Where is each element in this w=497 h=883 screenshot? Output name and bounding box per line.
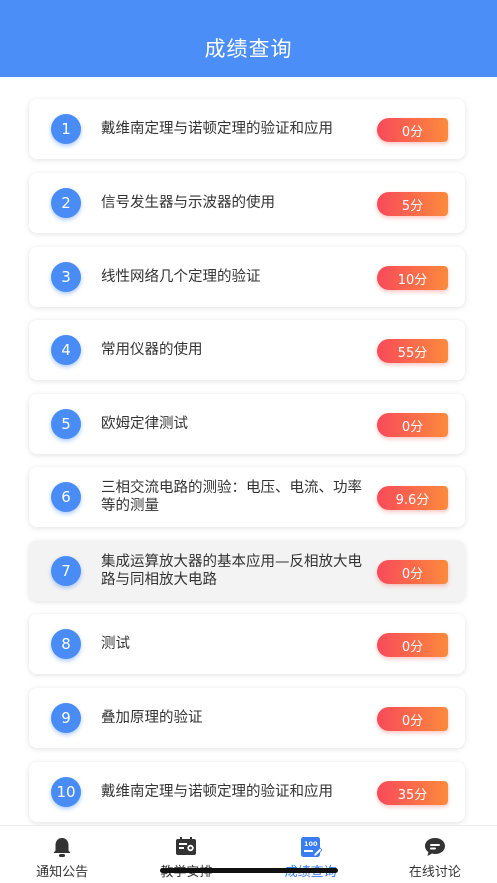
score-badge: 0分 bbox=[377, 707, 448, 731]
item-title: 戴维南定理与诺顿定理的验证和应用 bbox=[101, 784, 333, 800]
item-number-badge: 8 bbox=[51, 629, 81, 659]
page-title: 成绩查询 bbox=[204, 37, 293, 61]
list-item[interactable]: 10 戴维南定理与诺顿定理的验证和应用 35分 bbox=[29, 762, 465, 822]
score-list[interactable]: 1 戴维南定理与诺顿定理的验证和应用 0分 2 信号发生器与示波器的使用 5分 … bbox=[0, 77, 497, 825]
list-item[interactable]: 7 集成运算放大器的基本应用—反相放大电路与同相放大电路 0分 bbox=[29, 541, 465, 601]
list-item[interactable]: 2 信号发生器与示波器的使用 5分 bbox=[29, 173, 465, 233]
score-badge: 10分 bbox=[377, 266, 448, 290]
score-badge: 9.6分 bbox=[377, 486, 448, 510]
list-item[interactable]: 4 常用仪器的使用 55分 bbox=[29, 320, 465, 380]
list-item[interactable]: 1 戴维南定理与诺顿定理的验证和应用 0分 bbox=[29, 99, 465, 159]
list-item[interactable]: 9 叠加原理的验证 0分 bbox=[29, 688, 465, 748]
header-bar: 成绩查询 bbox=[0, 0, 497, 77]
item-number-badge: 1 bbox=[51, 114, 81, 144]
item-number-badge: 3 bbox=[51, 262, 81, 292]
item-number-badge: 2 bbox=[51, 188, 81, 218]
item-title: 线性网络几个定理的验证 bbox=[101, 269, 261, 285]
score-badge: 55分 bbox=[377, 339, 448, 363]
home-indicator[interactable] bbox=[160, 868, 338, 873]
item-number-badge: 9 bbox=[51, 703, 81, 733]
chat-icon bbox=[424, 838, 445, 856]
item-title: 叠加原理的验证 bbox=[101, 710, 203, 726]
item-number-badge: 10 bbox=[51, 777, 81, 807]
score-badge: 0分 bbox=[377, 560, 448, 584]
list-item[interactable]: 6 三相交流电路的测验：电压、电流、功率等的测量 9.6分 bbox=[29, 467, 465, 527]
score-badge: 0分 bbox=[377, 118, 448, 142]
item-title: 集成运算放大器的基本应用—反相放大电路与同相放大电路 bbox=[101, 554, 362, 588]
score-icon: 100 bbox=[300, 837, 323, 857]
tab-notice[interactable]: 通知公告 bbox=[0, 826, 124, 883]
score-badge: 0分 bbox=[377, 413, 448, 437]
tab-schedule[interactable]: 教学安排 bbox=[124, 826, 248, 883]
svg-text:100: 100 bbox=[304, 840, 318, 848]
item-title: 欧姆定律测试 bbox=[101, 416, 188, 432]
score-badge: 0分 bbox=[377, 633, 448, 657]
item-number-badge: 5 bbox=[51, 409, 81, 439]
item-title: 常用仪器的使用 bbox=[101, 342, 203, 358]
tab-discussion[interactable]: 在线讨论 bbox=[373, 826, 497, 883]
item-title: 三相交流电路的测验：电压、电流、功率等的测量 bbox=[101, 480, 362, 514]
list-item[interactable]: 5 欧姆定律测试 0分 bbox=[29, 394, 465, 454]
tab-scores[interactable]: 100 成绩查询 bbox=[249, 826, 373, 883]
score-badge: 35分 bbox=[377, 781, 448, 805]
score-badge: 5分 bbox=[377, 192, 448, 216]
item-number-badge: 6 bbox=[51, 482, 81, 512]
list-item[interactable]: 8 测试 0分 bbox=[29, 614, 465, 674]
item-number-badge: 4 bbox=[51, 335, 81, 365]
item-title: 戴维南定理与诺顿定理的验证和应用 bbox=[101, 121, 333, 137]
schedule-icon bbox=[176, 837, 197, 855]
list-item[interactable]: 3 线性网络几个定理的验证 10分 bbox=[29, 247, 465, 307]
item-number-badge: 7 bbox=[51, 556, 81, 586]
bell-icon bbox=[53, 838, 71, 857]
item-title: 测试 bbox=[101, 636, 130, 652]
tab-label: 在线讨论 bbox=[408, 865, 461, 880]
tab-label: 通知公告 bbox=[36, 865, 89, 880]
item-title: 信号发生器与示波器的使用 bbox=[101, 195, 275, 211]
bottom-tab-bar: 通知公告 教学安排 100 成绩查询 在线讨论 bbox=[0, 825, 497, 883]
